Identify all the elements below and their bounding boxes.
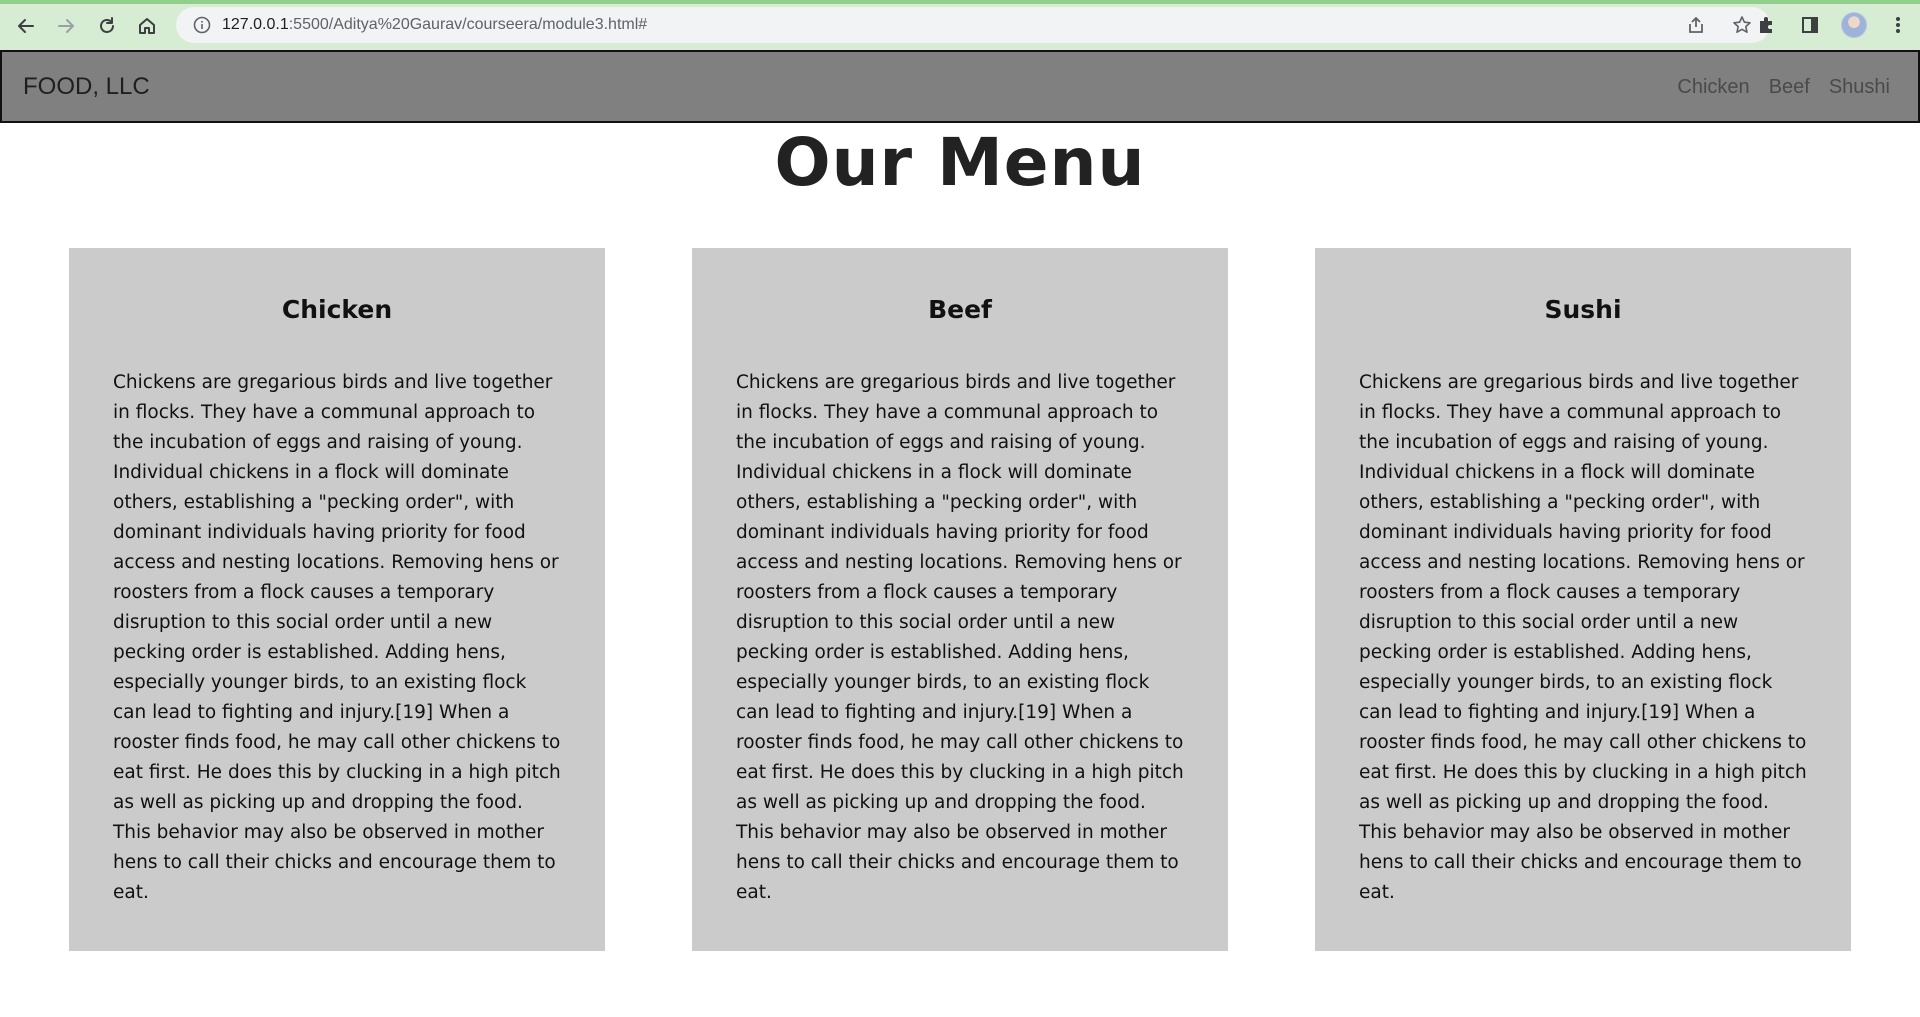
site-navbar: FOOD, LLC Chicken Beef Shushi [0,50,1920,123]
side-panel-icon[interactable] [1796,11,1824,39]
arrow-left-icon [18,19,34,33]
forward-button[interactable] [49,9,83,43]
arrow-right-icon [58,19,74,33]
url-text[interactable]: 127.0.0.1:5500/Aditya%20Gaurav/courseera… [222,16,647,34]
back-button[interactable] [9,9,43,43]
card-heading: Sushi [1544,295,1622,324]
home-icon [139,18,155,34]
kebab-menu-icon[interactable] [1884,11,1912,39]
nav-link-beef[interactable]: Beef [1769,76,1810,99]
card-heading: Chicken [281,295,393,324]
puzzle-icon[interactable] [1752,11,1780,39]
brand-logo-text[interactable]: FOOD, LLC [23,73,150,101]
card-heading: Beef [928,295,992,324]
share-icon[interactable] [1682,11,1710,39]
nav-links: Chicken Beef Shushi [1677,76,1890,99]
info-icon[interactable] [184,7,220,43]
nav-link-shushi[interactable]: Shushi [1829,76,1890,99]
home-button[interactable] [130,9,164,43]
card-text: Chickens are gregarious birds and live t… [113,372,561,903]
url-path: :5500/Aditya%20Gaurav/courseera/module3.… [288,16,648,33]
browser-toolbar: 127.0.0.1:5500/Aditya%20Gaurav/courseera… [0,0,1920,50]
menu-card-sushi: Sushi Chickens are gregarious birds and … [1315,248,1851,951]
page-title: Our Menu [774,124,1146,201]
menu-card-chicken: Chicken Chickens are gregarious birds an… [69,248,605,951]
address-bar[interactable]: 127.0.0.1:5500/Aditya%20Gaurav/courseera… [176,7,1770,43]
avatar[interactable] [1840,11,1868,39]
card-text: Chickens are gregarious birds and live t… [1359,372,1807,903]
nav-link-chicken[interactable]: Chicken [1677,76,1749,99]
card-text: Chickens are gregarious birds and live t… [736,372,1184,903]
url-host: 127.0.0.1 [222,16,289,33]
reload-button[interactable] [90,9,124,43]
menu-card-beef: Beef Chickens are gregarious birds and l… [692,248,1228,951]
profile-avatar-icon [1841,12,1867,38]
reload-icon [100,17,114,33]
tab-strip-edge [0,0,1920,4]
